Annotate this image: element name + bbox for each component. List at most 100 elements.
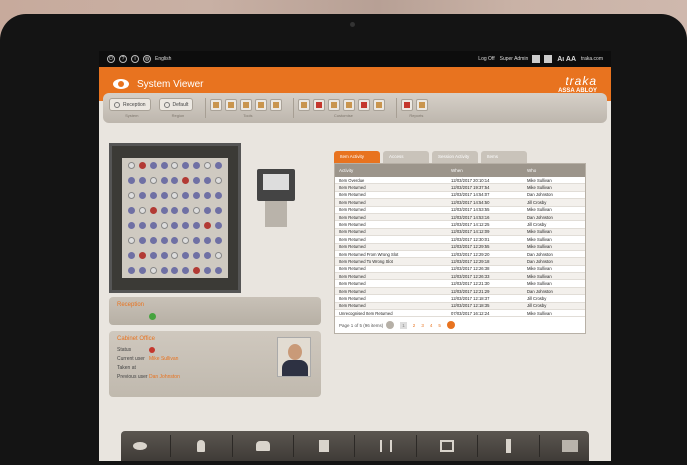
key-icon[interactable] (500, 439, 516, 453)
page-2[interactable]: 2 (413, 323, 416, 328)
key-slot[interactable] (138, 252, 146, 259)
current-user-value[interactable]: Mike Sullivan (149, 356, 178, 362)
key-slot[interactable] (171, 222, 179, 229)
customise-icon[interactable] (343, 98, 356, 111)
key-slot[interactable] (193, 237, 201, 244)
key-slot[interactable] (171, 192, 179, 199)
key-slot[interactable] (193, 252, 201, 259)
key-slot[interactable] (182, 192, 190, 199)
key-slot[interactable] (149, 252, 157, 259)
documents-icon[interactable] (316, 439, 332, 453)
brackets-icon[interactable] (378, 439, 394, 453)
key-slot[interactable] (182, 177, 190, 184)
page-3[interactable]: 3 (421, 323, 424, 328)
key-slot[interactable] (138, 267, 146, 274)
key-slot[interactable] (160, 237, 168, 244)
key-slot[interactable] (127, 222, 135, 229)
key-slot[interactable] (149, 162, 157, 169)
next-page-button[interactable] (446, 321, 455, 330)
customise-icon[interactable] (298, 98, 311, 111)
previous-user-value[interactable]: Dan Johnston (149, 374, 180, 380)
table-row[interactable]: Item Overdue 12/03/2017 20:10:14 Mike Sull… (335, 177, 585, 185)
table-row[interactable]: Item Returned 12/03/2017 12:18:35 Jill Cro… (335, 302, 585, 311)
key-slot[interactable] (193, 267, 201, 274)
page-1[interactable]: 1 (400, 321, 407, 329)
key-slot[interactable] (160, 252, 168, 259)
user-icon[interactable] (193, 439, 209, 453)
key-slot[interactable] (127, 192, 135, 199)
tab-access[interactable]: Access (383, 151, 429, 163)
key-slot[interactable] (214, 207, 222, 214)
key-slot[interactable] (214, 177, 222, 184)
key-slot[interactable] (193, 222, 201, 229)
table-row[interactable]: Item Returned 12/03/2017 14:12:25 Jill Cro… (335, 221, 585, 229)
key-slot[interactable] (204, 237, 212, 244)
key-slot[interactable] (138, 162, 146, 169)
tool-icon[interactable] (240, 98, 253, 111)
key-slot[interactable] (171, 177, 179, 184)
key-slot[interactable] (214, 237, 222, 244)
column-who[interactable]: Who (523, 168, 585, 173)
key-slot[interactable] (149, 177, 157, 184)
key-slot[interactable] (127, 252, 135, 259)
globe-icon[interactable]: ◍ (143, 55, 151, 63)
key-slot[interactable] (214, 192, 222, 199)
key-slot[interactable] (182, 252, 190, 259)
customise-icon[interactable] (373, 98, 386, 111)
tool-icon[interactable] (255, 98, 268, 111)
key-slot[interactable] (160, 222, 168, 229)
language-selector[interactable]: English (155, 56, 171, 62)
key-slot[interactable] (182, 237, 190, 244)
key-slot[interactable] (149, 222, 157, 229)
key-slot[interactable] (160, 177, 168, 184)
table-row[interactable]: Item Returned 12/03/2017 14:54:07 Dan John… (335, 192, 585, 200)
eye-icon[interactable] (132, 439, 148, 453)
info-icon[interactable]: i (131, 55, 139, 63)
key-slot[interactable] (160, 162, 168, 169)
key-slot[interactable] (193, 207, 201, 214)
page-5[interactable]: 5 (438, 323, 441, 328)
key-slot[interactable] (193, 162, 201, 169)
key-slot[interactable] (127, 207, 135, 214)
column-when[interactable]: When (447, 168, 523, 173)
grid-icon[interactable] (532, 55, 541, 63)
key-slot[interactable] (149, 192, 157, 199)
customise-icon[interactable] (328, 98, 341, 111)
key-slot[interactable] (127, 162, 135, 169)
table-row[interactable]: Item Returned 12/03/2017 19:37:54 Mike Sul… (335, 184, 585, 192)
key-slot[interactable] (182, 207, 190, 214)
tab-item-activity[interactable]: Item Activity (334, 151, 380, 163)
key-slot[interactable] (149, 267, 157, 274)
table-row[interactable]: Item Returned 12/03/2017 14:53:55 Mike Sul… (335, 207, 585, 214)
key-slot[interactable] (204, 177, 212, 184)
key-slot[interactable] (138, 222, 146, 229)
system-dropdown[interactable]: Reception (109, 98, 151, 111)
key-slot[interactable] (214, 162, 222, 169)
tool-icon[interactable] (225, 98, 238, 111)
table-row[interactable]: Item Returned 12/03/2017 14:54:50 Jill Cro… (335, 199, 585, 207)
report-icon[interactable] (401, 98, 414, 111)
text-size-toggle[interactable]: Aı AA (557, 56, 576, 63)
key-slot[interactable] (182, 222, 190, 229)
key-slot[interactable] (138, 207, 146, 214)
table-row[interactable]: Item Returned 12/03/2017 12:18:37 Jill Cro… (335, 295, 585, 303)
key-slot[interactable] (182, 162, 190, 169)
key-slot[interactable] (204, 252, 212, 259)
prev-page-button[interactable] (386, 321, 395, 330)
key-slot[interactable] (138, 237, 146, 244)
help-icon[interactable]: ? (119, 55, 127, 63)
table-row[interactable]: Item Returned 12/03/2017 14:53:16 Dan John… (335, 213, 585, 222)
power-icon[interactable]: ⏻ (107, 55, 115, 63)
key-slot[interactable] (214, 252, 222, 259)
tool-icon[interactable] (210, 98, 223, 111)
key-slot[interactable] (204, 192, 212, 199)
column-activity[interactable]: Activity (335, 168, 447, 173)
key-slot[interactable] (171, 252, 179, 259)
table-row[interactable]: Item Returned 12/03/2017 12:30:01 Mike Sul… (335, 236, 585, 244)
report-icon[interactable] (416, 98, 429, 111)
key-slot[interactable] (204, 222, 212, 229)
log-off-link[interactable]: Log Off (478, 56, 494, 62)
key-slot[interactable] (127, 177, 135, 184)
tab-session-activity[interactable]: Session Activity (432, 151, 478, 163)
cabinet-image[interactable] (109, 143, 241, 293)
